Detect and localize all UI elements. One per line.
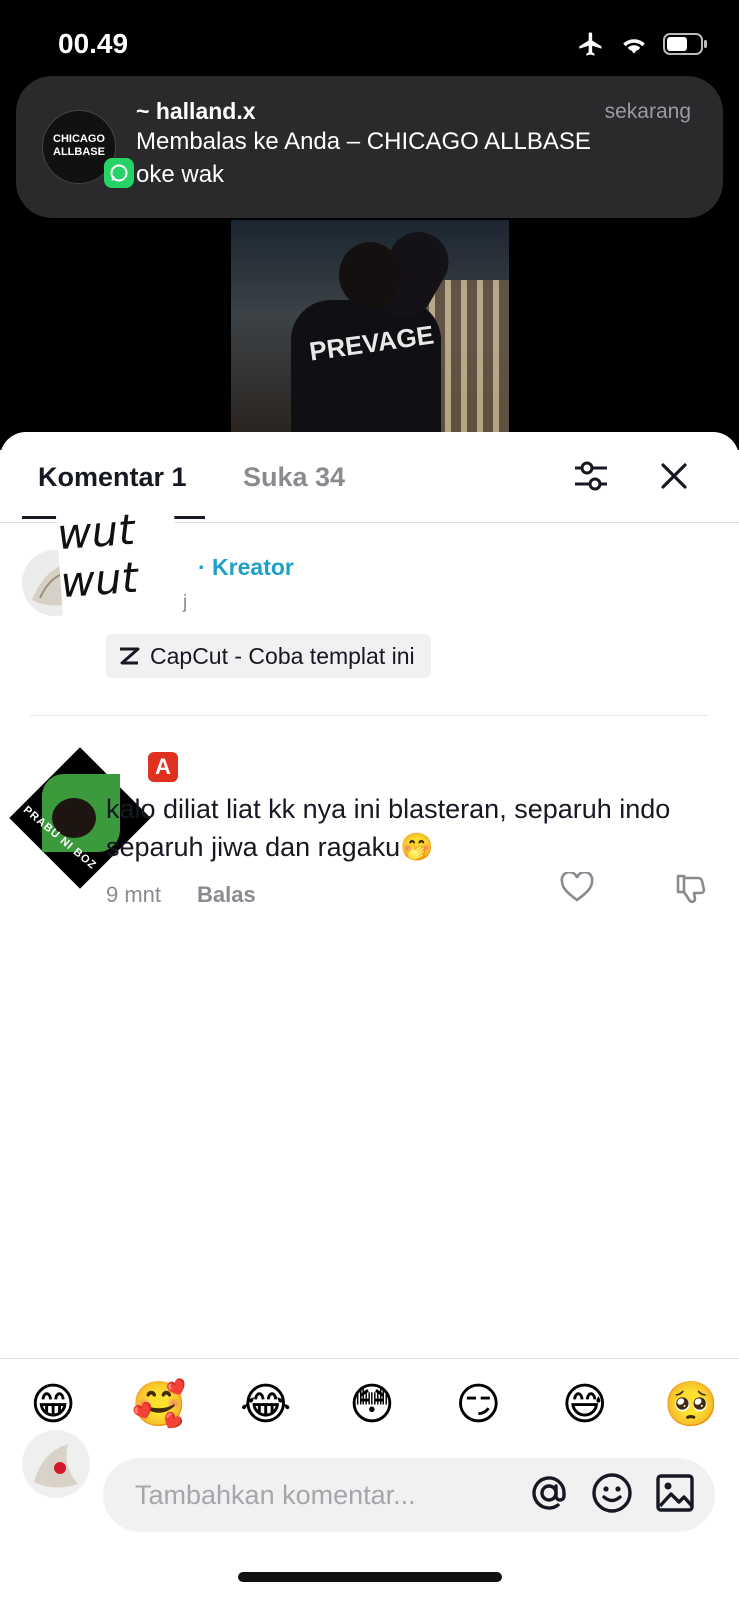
wut-sticker: wut wut <box>56 503 183 641</box>
notification-sender: ~ halland.x <box>136 98 256 124</box>
notification-time: sekarang <box>604 100 691 123</box>
emoji-bar-border <box>0 1358 739 1359</box>
image-icon[interactable] <box>655 1473 695 1513</box>
dislike-icon[interactable] <box>674 872 708 911</box>
comment-input[interactable]: Tambahkan komentar... <box>103 1458 715 1532</box>
status-time: 00.49 <box>58 28 129 59</box>
emoji-grin[interactable]: 😁 <box>22 1378 84 1432</box>
emoji-flushed[interactable]: 😳 <box>341 1378 403 1432</box>
tab-likes[interactable]: Suka 34 <box>243 462 345 493</box>
video-background: 00.49 CHICAGO ALLBASE ~ halland.x sekara… <box>0 0 739 450</box>
at-icon[interactable] <box>529 1473 569 1513</box>
input-actions <box>529 1472 695 1514</box>
video-thumbnail[interactable]: PREVAGE <box>231 220 509 432</box>
emoji-pleading[interactable]: 🥺 <box>660 1378 722 1432</box>
notification-banner[interactable]: CHICAGO ALLBASE ~ halland.x sekarang Mem… <box>16 76 723 218</box>
emoji-hearts[interactable]: 🥰 <box>128 1378 190 1432</box>
smiley-icon[interactable] <box>591 1472 633 1514</box>
comments-sheet: Komentar 1 Suka 34 wut wut · Kreator j C… <box>0 432 739 1600</box>
reply-button[interactable]: Balas <box>197 882 256 908</box>
comment-time: 9 mnt <box>106 882 162 907</box>
capcut-template-button[interactable]: CapCut - Coba templat ini <box>106 634 431 678</box>
wifi-icon <box>623 39 645 54</box>
emoji-sweat-smile[interactable]: 😅 <box>554 1378 616 1432</box>
home-indicator[interactable] <box>238 1572 502 1582</box>
battery-icon <box>663 33 707 55</box>
comment-text: kalo diliat liat kk nya ini blasteran, s… <box>106 794 671 862</box>
status-icons <box>577 30 709 58</box>
heart-icon[interactable] <box>560 870 594 909</box>
filter-icon[interactable] <box>567 452 615 500</box>
emoji-joy[interactable]: 😂 <box>235 1378 297 1432</box>
person-head <box>339 242 401 308</box>
whatsapp-icon <box>104 158 134 188</box>
capcut-icon <box>120 647 140 665</box>
comment-input-placeholder: Tambahkan komentar... <box>135 1480 416 1510</box>
emoji-smirk[interactable]: 😏 <box>447 1378 509 1432</box>
red-a-badge: A <box>148 752 178 782</box>
creator-label: · Kreator <box>198 554 294 580</box>
notification-title: Membalas ke Anda – CHICAGO ALLBASE <box>136 128 591 155</box>
airplane-icon <box>579 32 602 56</box>
comment-suffix: j <box>183 592 188 613</box>
comment-divider <box>30 715 708 716</box>
emoji-bar: 😁 🥰 😂 😳 😏 😅 🥺 <box>22 1378 722 1432</box>
tab-comments[interactable]: Komentar 1 <box>38 462 187 493</box>
close-icon[interactable] <box>650 452 698 500</box>
user-avatar[interactable] <box>22 1430 90 1498</box>
capcut-label: CapCut - Coba templat ini <box>150 642 415 669</box>
notification-body: oke wak <box>136 161 225 188</box>
